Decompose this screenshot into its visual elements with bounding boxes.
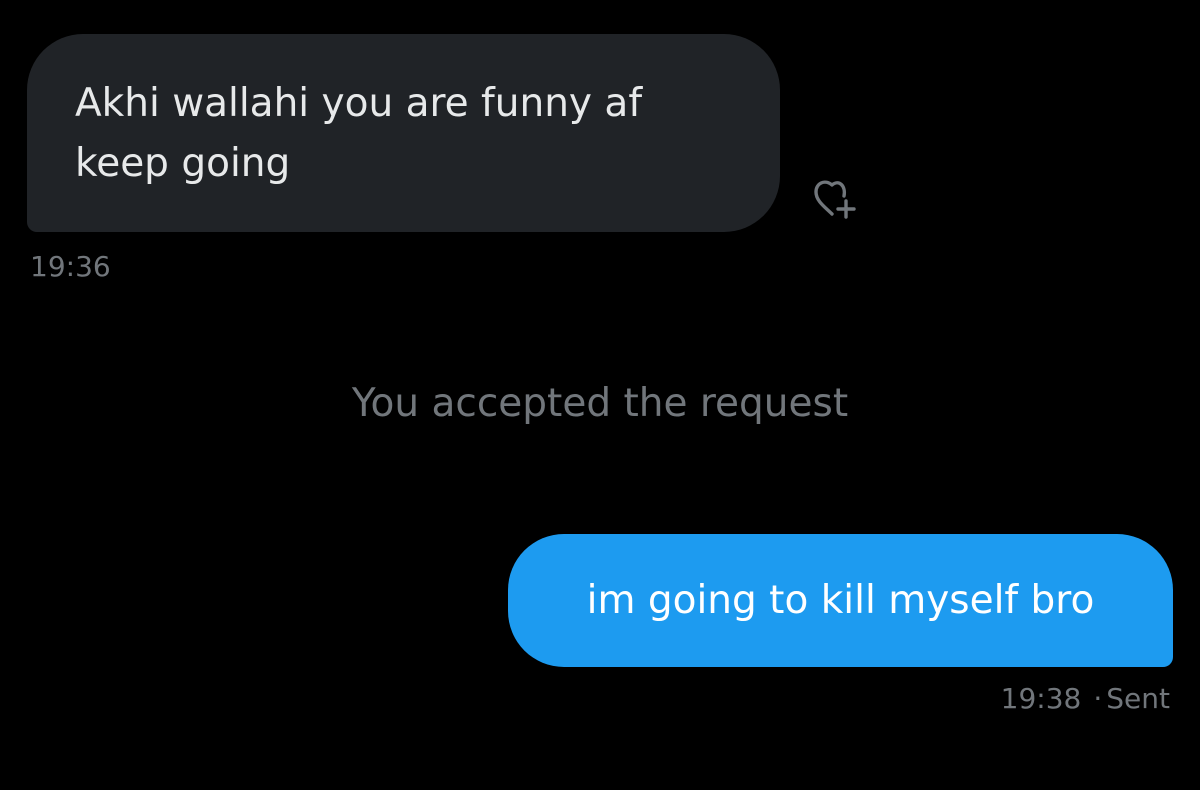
message-text-line: keep going bbox=[75, 141, 291, 186]
message-text-line: Akhi wallahi you are funny af bbox=[75, 81, 643, 126]
heart-plus-icon[interactable] bbox=[808, 172, 858, 222]
outgoing-message-meta: 19:38 · Sent bbox=[1001, 682, 1170, 716]
meta-separator: · bbox=[1093, 682, 1103, 715]
outgoing-message-bubble[interactable]: im going to kill myself bro bbox=[508, 534, 1173, 667]
system-message: You accepted the request bbox=[351, 381, 849, 426]
outgoing-timestamp: 19:38 bbox=[1000, 682, 1082, 715]
incoming-timestamp: 19:36 bbox=[30, 250, 111, 283]
delivery-status: Sent bbox=[1106, 682, 1170, 715]
incoming-message-bubble[interactable]: Akhi wallahi you are funny af keep going bbox=[27, 34, 780, 232]
message-text: im going to kill myself bro bbox=[586, 578, 1095, 623]
